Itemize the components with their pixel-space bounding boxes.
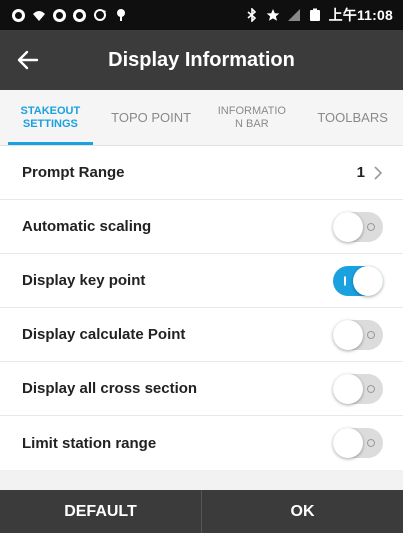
tab-label: INFORMATIO N BAR <box>217 104 286 130</box>
limit-station-range-row: Limit station range <box>0 416 403 470</box>
app-bar: Display Information <box>0 30 403 90</box>
prompt-range-value-group: 1 <box>357 164 383 181</box>
toggle-off-mark <box>367 222 375 231</box>
display-calculate-point-label: Display calculate Point <box>22 326 186 343</box>
toggle-knob <box>333 428 363 458</box>
tab-label: TOPO POINT <box>111 110 192 125</box>
toggle-on-mark <box>344 276 346 285</box>
notification-icon <box>12 8 25 22</box>
limit-station-range-toggle[interactable] <box>333 428 383 458</box>
bluetooth-icon <box>247 8 256 22</box>
tab-label: STAKEOUT SETTINGS <box>20 104 81 130</box>
settings-list: Prompt Range 1 Automatic scaling Display… <box>0 146 403 470</box>
display-calculate-point-row: Display calculate Point <box>0 308 403 362</box>
automatic-scaling-row: Automatic scaling <box>0 200 403 254</box>
cellular-signal-icon <box>287 9 300 21</box>
clock: 上午11:08 <box>328 7 393 23</box>
notification-icon <box>73 8 86 22</box>
star-icon <box>266 9 279 21</box>
page-title: Display Information <box>108 48 295 71</box>
display-all-cross-section-label: Display all cross section <box>22 380 198 397</box>
tab-toolbars[interactable]: TOOLBARS <box>302 90 403 145</box>
toggle-knob <box>333 373 363 404</box>
toggle-knob <box>333 319 363 350</box>
status-bar: 上午11:08 <box>0 0 403 30</box>
sync-icon <box>94 9 106 21</box>
default-button[interactable]: DEFAULT <box>0 490 201 533</box>
toggle-off-mark <box>367 330 375 339</box>
arrow-left-icon <box>17 50 39 70</box>
battery-icon <box>309 8 320 21</box>
signal-wifi-icon <box>33 11 45 21</box>
tab-topo-point[interactable]: TOPO POINT <box>101 90 202 145</box>
tab-information-bar[interactable]: INFORMATIO N BAR <box>202 90 303 145</box>
status-notifications <box>12 8 128 22</box>
automatic-scaling-label: Automatic scaling <box>22 218 152 235</box>
toggle-knob <box>353 265 383 296</box>
limit-station-range-label: Limit station range <box>22 434 157 452</box>
tab-bar: STAKEOUT SETTINGS TOPO POINT INFORMATIO … <box>0 90 403 146</box>
prompt-range-value: 1 <box>356 164 365 181</box>
toggle-knob <box>333 211 363 242</box>
display-all-cross-section-toggle[interactable] <box>333 373 383 404</box>
automatic-scaling-toggle[interactable] <box>333 211 383 242</box>
ok-button[interactable]: OK <box>202 490 403 533</box>
prompt-range-label: Prompt Range <box>22 164 125 181</box>
prompt-range-row[interactable]: Prompt Range 1 <box>0 146 403 200</box>
chevron-right-icon <box>374 165 383 180</box>
display-key-point-row: Display key point <box>0 254 403 308</box>
status-system: 上午11:08 <box>245 5 393 25</box>
display-key-point-toggle[interactable] <box>333 265 383 296</box>
bottom-action-bar: DEFAULT OK <box>0 490 403 533</box>
tab-stakeout-settings[interactable]: STAKEOUT SETTINGS <box>0 90 101 145</box>
location-pin-icon <box>117 9 125 21</box>
toggle-off-mark <box>367 439 375 447</box>
tab-label: TOOLBARS <box>317 110 388 125</box>
toggle-off-mark <box>367 384 375 393</box>
display-key-point-label: Display key point <box>22 272 146 289</box>
notification-icon <box>53 8 66 22</box>
back-button[interactable] <box>0 30 56 90</box>
display-all-cross-section-row: Display all cross section <box>0 362 403 416</box>
display-calculate-point-toggle[interactable] <box>333 319 383 350</box>
